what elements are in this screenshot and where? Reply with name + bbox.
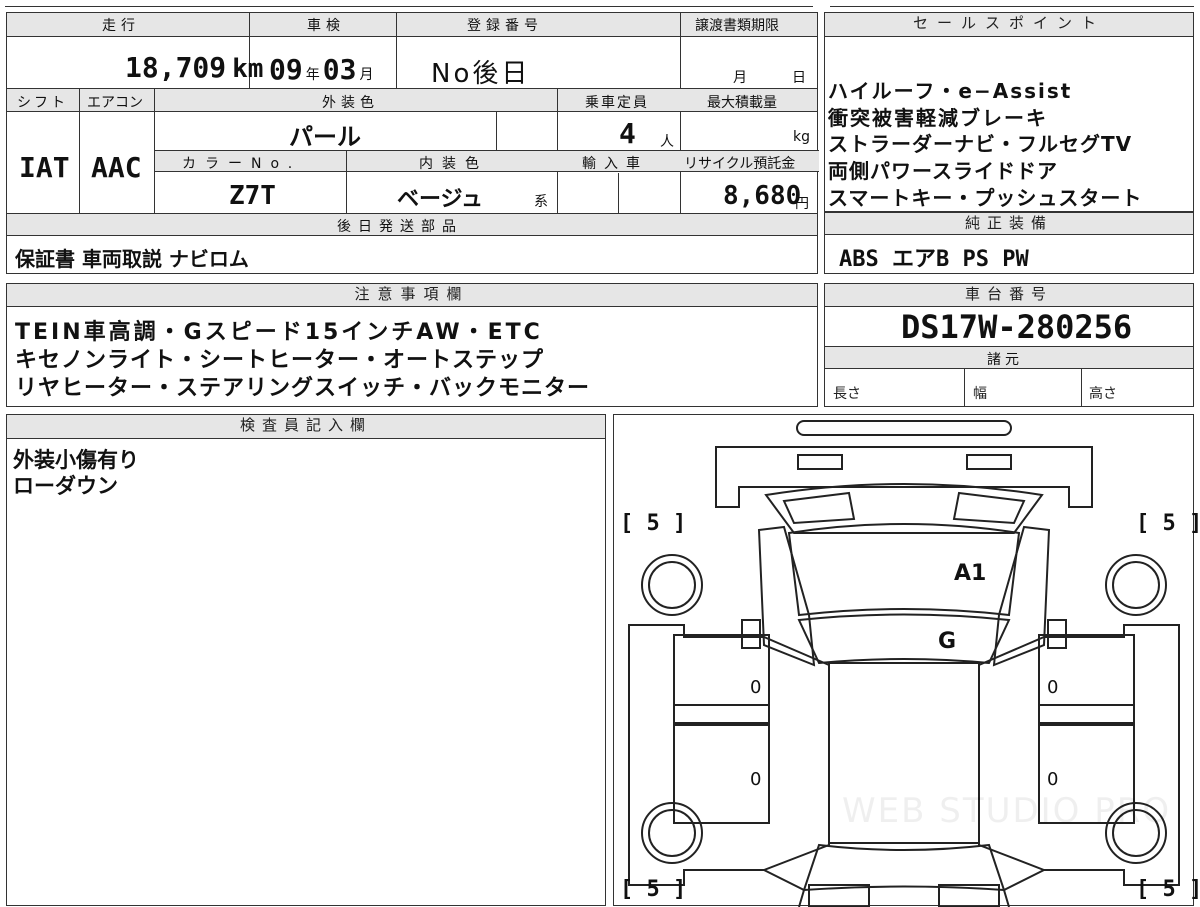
equipment-box: 純正装備 ABS エアB PS PW [824,212,1194,274]
equipment-header: 純正装備 [825,213,1193,235]
recycle-unit: 円 [795,196,809,212]
door-rf-mark: 0 [1047,677,1059,698]
inspection-month: 03 [322,53,357,86]
capacity-unit: 人 [660,134,674,150]
chassis-header: 車台番号 [825,284,1193,307]
spec-length: 長さ [833,386,861,402]
sales-line-2: 衝突被害軽減ブレーキ [828,106,1048,130]
car-diagram [628,420,1180,907]
notes-box: 注意事項欄 TEIN車高調・Gスピード15インチAW・ETC キセノンライト・シ… [6,283,818,407]
recycle-header: リサイクル預託金 [684,156,796,172]
capacity-value: 4 [619,117,636,150]
watermark: WEB STUDIO PRO [842,791,1172,831]
windshield-damage-mark: G [938,629,957,654]
year-unit: 年 [305,67,320,83]
spec-width: 幅 [973,386,987,402]
fog-right [952,491,1026,525]
aircon-value: AAC [91,151,142,184]
registration-value: No後日 [431,59,531,89]
recycle-value: 8,680 [723,181,802,211]
color-no-header: カラーNo. [182,156,302,172]
capacity-header: 乗車定員 [585,95,649,111]
tire-rr-rating: [ 5 ] [1136,877,1200,902]
tire-rl-rating: [ 5 ] [620,877,687,902]
front-panel [715,446,1093,508]
top-strip [0,0,1200,8]
door-lr-mark: 0 [750,769,762,790]
shift-header: シフト [17,95,68,111]
tire-front-left [641,554,703,616]
registration-header: 登録番号 [467,18,543,34]
hood-damage-mark: A1 [954,561,987,586]
body-left [628,624,830,886]
tire-fr-rating: [ 5 ] [1136,511,1200,536]
rear-glass [802,843,1006,892]
mileage-value: 18,709 km [125,51,263,84]
interior-color-value: ベージュ [397,187,484,212]
max-load-header: 最大積載量 [707,95,777,111]
exterior-color-value: パール [289,123,361,151]
deadline-day: 日 [792,70,806,86]
inspection-value: 09 年 03 月 [269,53,373,86]
door-lf-mark: 0 [750,677,762,698]
shift-value: IAT [19,151,70,184]
body-right [978,624,1180,886]
windshield [797,613,1011,665]
color-no-value: Z7T [229,181,276,211]
tire-rear-left [641,802,703,864]
chassis-number: DS17W-280256 [901,308,1133,346]
aircon-header: エアコン [87,95,143,111]
equipment-value: ABS エアB PS PW [839,247,1029,272]
mileage-number: 18,709 [125,51,227,84]
tire-front-right [1105,554,1167,616]
sales-line-3: ストラーダーナビ・フルセグTV [828,132,1133,156]
fender-left [757,525,816,667]
fog-left [782,491,856,525]
inspection-header: 車検 [307,18,345,34]
sales-line-1: ハイルーフ・e−Assist [828,79,1073,103]
inspector-box: 検査員記入欄 外装小傷有り ローダウン [6,414,606,906]
tire-fl-rating: [ 5 ] [620,511,687,536]
inspector-header: 検査員記入欄 [7,415,605,439]
parts-value: 保証書 車両取説 ナビロム [15,247,249,271]
interior-header: 内装色 [419,156,488,172]
door-rr-mark: 0 [1047,769,1059,790]
specs-header: 諸元 [987,352,1023,368]
parts-header: 後日発送部品 [337,219,463,235]
headlight-left [797,454,843,470]
chassis-box: 車台番号 DS17W-280256 諸元 長さ 幅 高さ [824,283,1194,407]
inspector-line-2: ローダウン [13,474,118,498]
spec-height: 高さ [1089,386,1117,402]
fender-right [992,525,1051,667]
sales-point-box: セールスポイント ハイルーフ・e−Assist 衝突被害軽減ブレーキ ストラーダ… [824,12,1194,212]
inspection-year: 09 [269,53,303,86]
deadline-header: 譲渡書類期限 [695,18,779,34]
month-unit: 月 [359,67,374,83]
import-header: 輸入車 [582,156,648,172]
notes-header: 注意事項欄 [7,284,817,307]
exterior-header: 外装色 [322,95,379,111]
sales-line-4: 両側パワースライドドア [828,159,1058,183]
deadline-month: 月 [733,70,747,86]
interior-suffix: 系 [534,194,548,210]
max-load-unit: kg [793,129,810,145]
notes-line-3: リヤヒーター・ステアリングスイッチ・バックモニター [15,376,591,401]
sales-header: セールスポイント [825,13,1193,37]
front-bumper [796,420,1012,436]
sales-line-5: スマートキー・プッシュスタート [828,186,1143,210]
mileage-header: 走行 [102,18,140,34]
front-outline [764,483,1044,534]
headlight-right [966,454,1012,470]
vehicle-info-table: 走行 車検 登録番号 譲渡書類期限 18,709 km 09 年 03 月 No後日 月… [6,12,819,274]
car-diagram-box: [ 5 ] [ 5 ] [ 5 ] [ 5 ] A1 G 0 0 0 0 WEB… [613,414,1200,907]
mileage-unit: km [232,54,264,84]
